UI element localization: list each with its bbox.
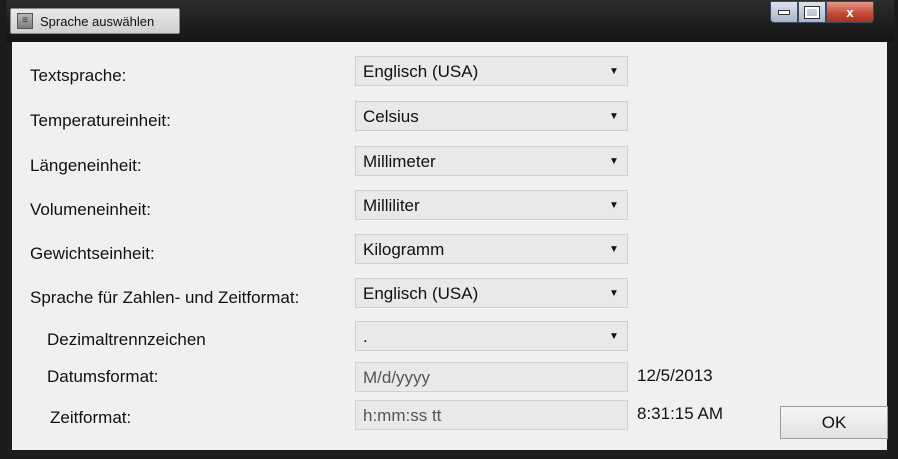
dropdown-arrow-icon: ▼: [609, 110, 619, 122]
minimize-icon: [778, 9, 790, 15]
dropdown-arrow-icon: ▼: [609, 330, 619, 342]
ok-button[interactable]: OK: [780, 406, 888, 439]
title-bar[interactable]: ≡ Sprache auswählen x: [6, 0, 894, 42]
time-format-field[interactable]: h:mm:ss tt: [355, 400, 628, 430]
window-controls: x: [770, 1, 874, 23]
dropdown-arrow-icon: ▼: [609, 199, 619, 211]
window-title: Sprache auswählen: [40, 13, 155, 29]
number-time-language-label: Sprache für Zahlen- und Zeitformat:: [30, 288, 300, 307]
dropdown-arrow-icon: ▼: [609, 243, 619, 255]
temperature-unit-value: Celsius: [363, 107, 419, 126]
maximize-button[interactable]: [798, 1, 826, 23]
weight-unit-label: Gewichtseinheit:: [30, 244, 155, 263]
decimal-separator-label: Dezimaltrennzeichen: [47, 330, 206, 349]
date-format-value: M/d/yyyy: [363, 368, 431, 387]
text-language-value: Englisch (USA): [363, 62, 479, 81]
language-dialog: ≡ Sprache auswählen x Textsprache: Engli…: [6, 0, 894, 458]
volume-unit-label: Volumeneinheit:: [30, 200, 151, 219]
maximize-icon: [804, 5, 820, 19]
app-icon: ≡: [17, 13, 33, 29]
dialog-body: Textsprache: Englisch (USA) ▼ Temperatur…: [12, 42, 888, 450]
weight-unit-value: Kilogramm: [363, 240, 445, 259]
close-icon: x: [846, 4, 854, 20]
length-unit-dropdown[interactable]: Millimeter ▼: [355, 146, 628, 176]
title-box: ≡ Sprache auswählen: [10, 8, 180, 34]
close-button[interactable]: x: [826, 1, 874, 23]
text-language-label: Textsprache:: [30, 66, 127, 85]
dropdown-arrow-icon: ▼: [609, 155, 619, 167]
date-format-field[interactable]: M/d/yyyy: [355, 362, 628, 392]
minimize-button[interactable]: [770, 1, 798, 23]
dropdown-arrow-icon: ▼: [609, 287, 619, 299]
text-language-dropdown[interactable]: Englisch (USA) ▼: [355, 56, 628, 86]
weight-unit-dropdown[interactable]: Kilogramm ▼: [355, 234, 628, 264]
time-format-preview: 8:31:15 AM: [637, 404, 724, 423]
number-time-language-value: Englisch (USA): [363, 284, 479, 303]
length-unit-value: Millimeter: [363, 152, 436, 171]
date-format-label: Datumsformat:: [47, 367, 159, 386]
temperature-unit-label: Temperatureinheit:: [30, 111, 171, 130]
volume-unit-dropdown[interactable]: Milliliter ▼: [355, 190, 628, 220]
temperature-unit-dropdown[interactable]: Celsius ▼: [355, 101, 628, 131]
decimal-separator-value: .: [363, 327, 368, 346]
decimal-separator-dropdown[interactable]: . ▼: [355, 321, 628, 351]
date-format-preview: 12/5/2013: [637, 366, 713, 385]
time-format-label: Zeitformat:: [50, 408, 132, 427]
length-unit-label: Längeneinheit:: [30, 156, 142, 175]
number-time-language-dropdown[interactable]: Englisch (USA) ▼: [355, 278, 628, 308]
time-format-value: h:mm:ss tt: [363, 406, 442, 425]
dropdown-arrow-icon: ▼: [609, 65, 619, 77]
volume-unit-value: Milliliter: [363, 196, 420, 215]
